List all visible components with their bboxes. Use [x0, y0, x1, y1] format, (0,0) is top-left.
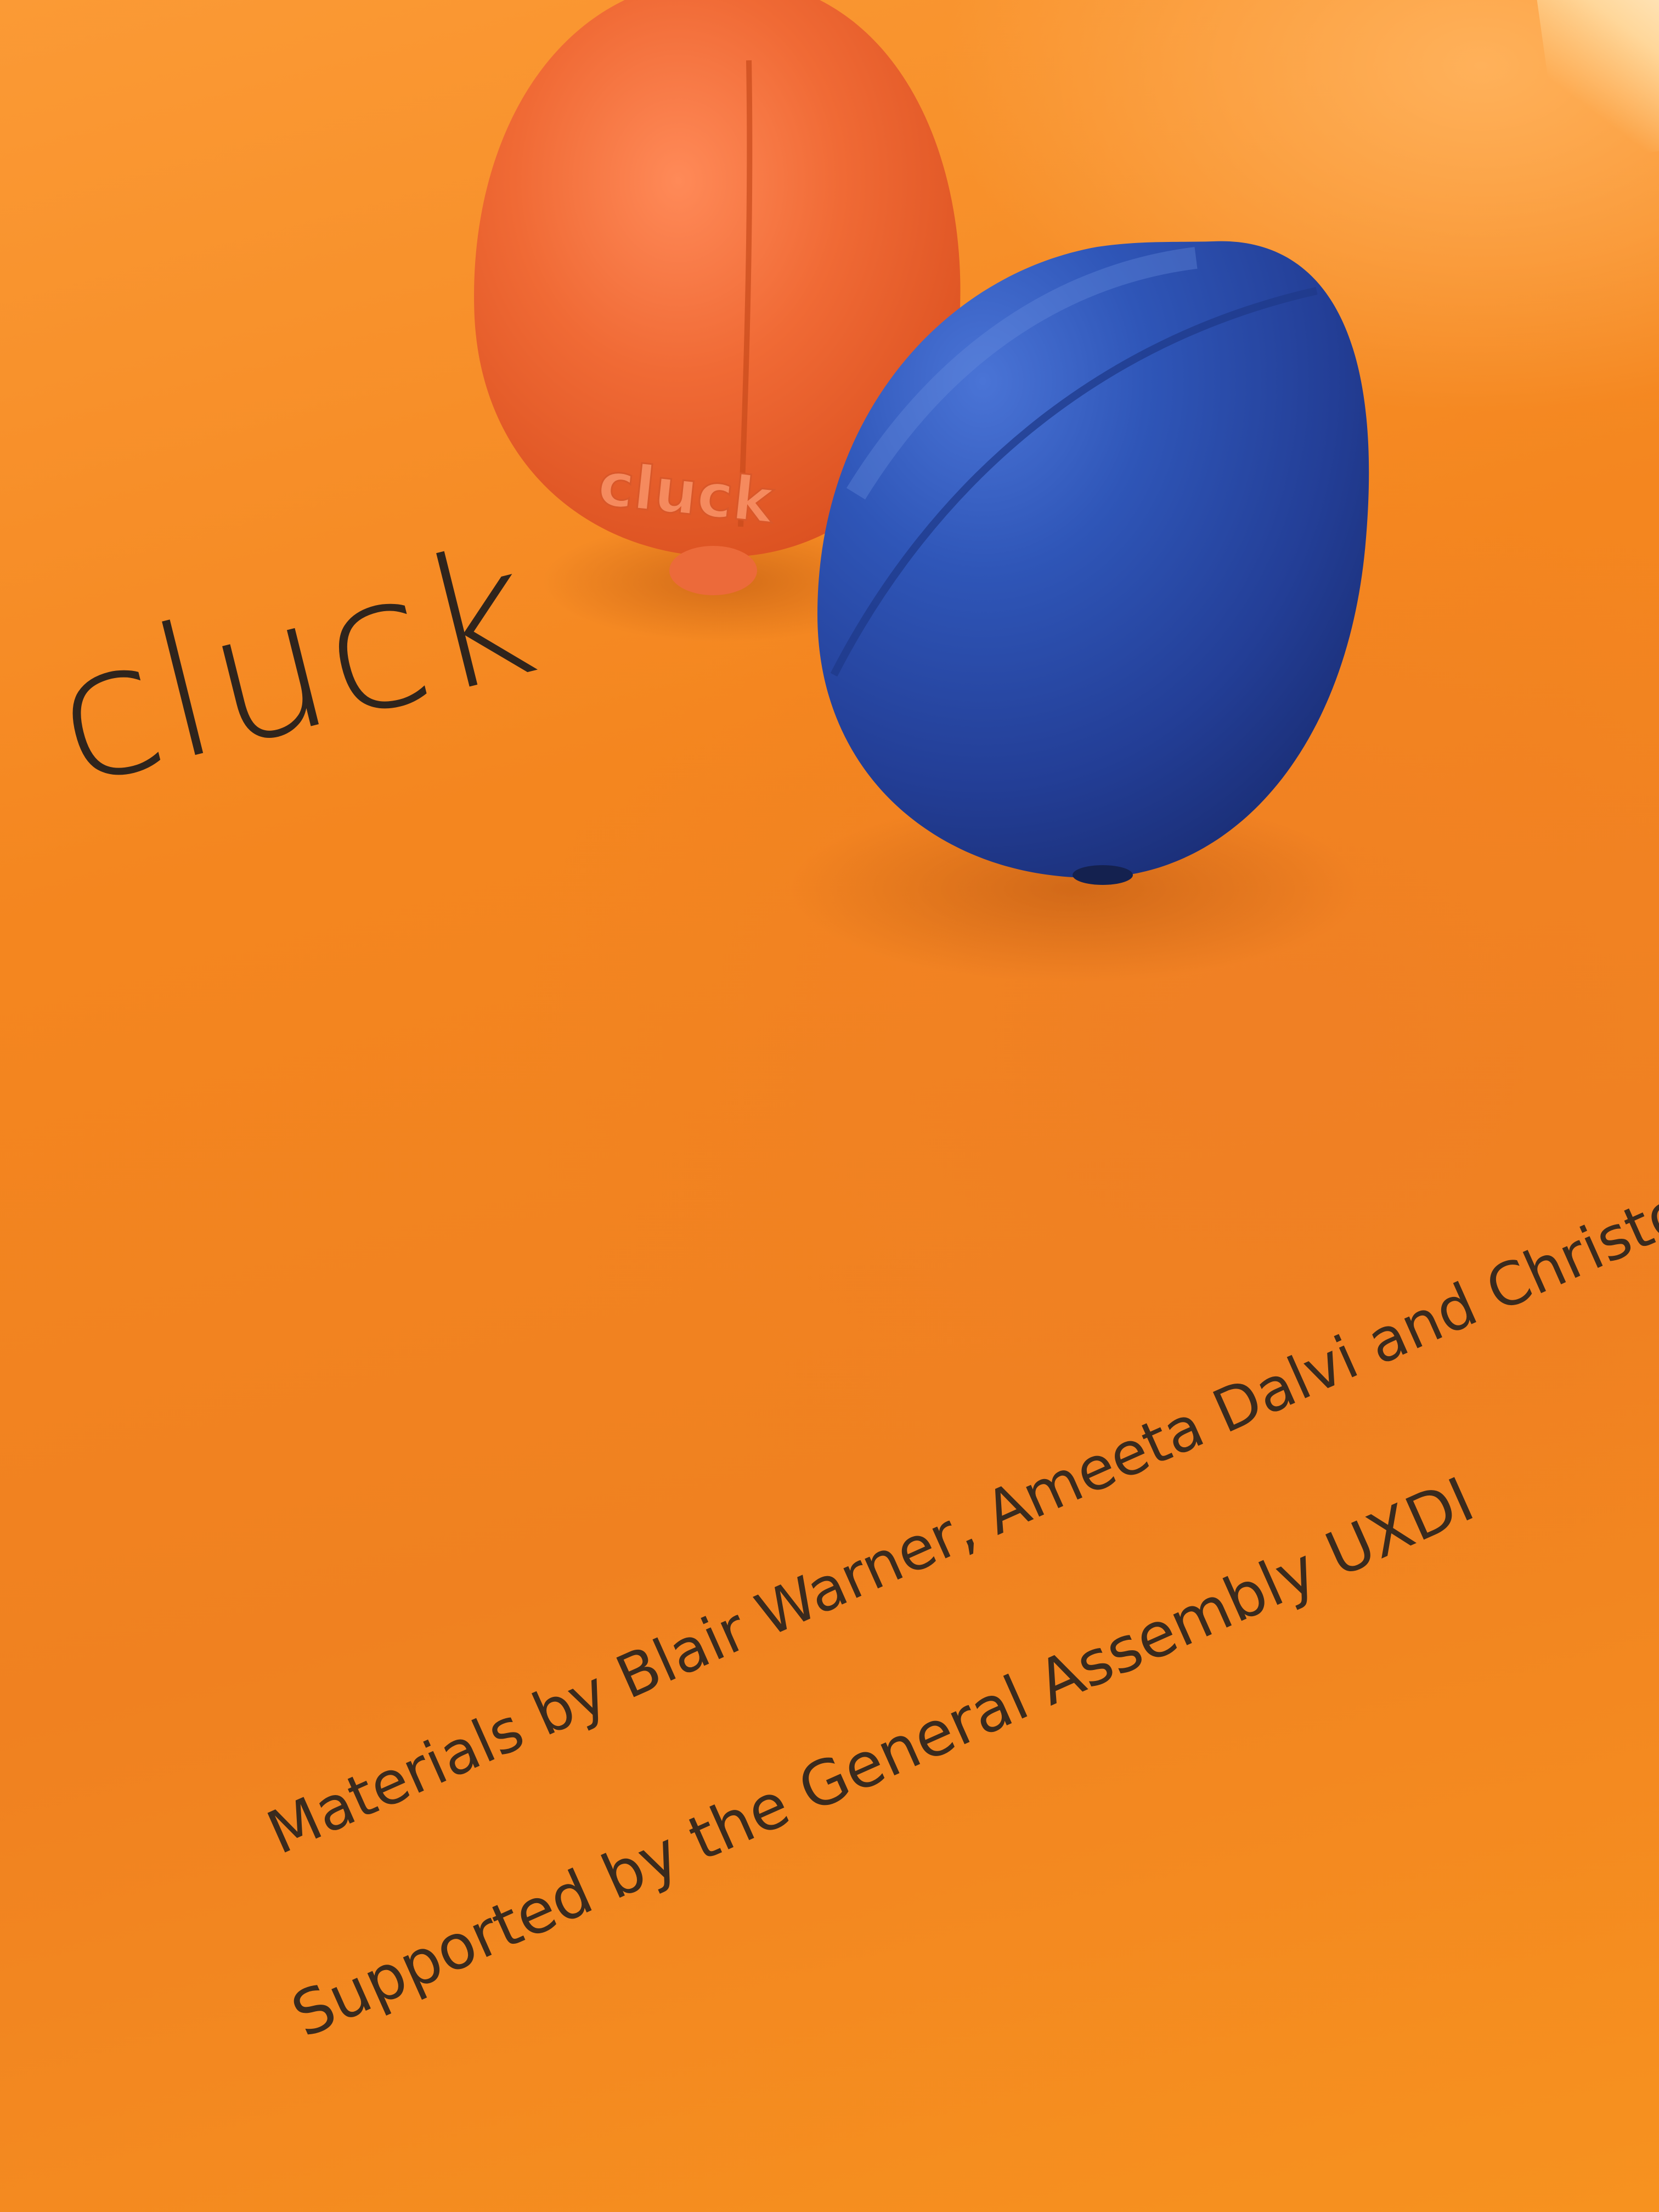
blue-egg-foot [1073, 865, 1133, 885]
photo-scene: cluck cluck Materials by Blair Warner, A… [0, 0, 1659, 2212]
orange-egg-foot [669, 546, 757, 595]
eggs-illustration: cluck [474, 0, 1369, 982]
